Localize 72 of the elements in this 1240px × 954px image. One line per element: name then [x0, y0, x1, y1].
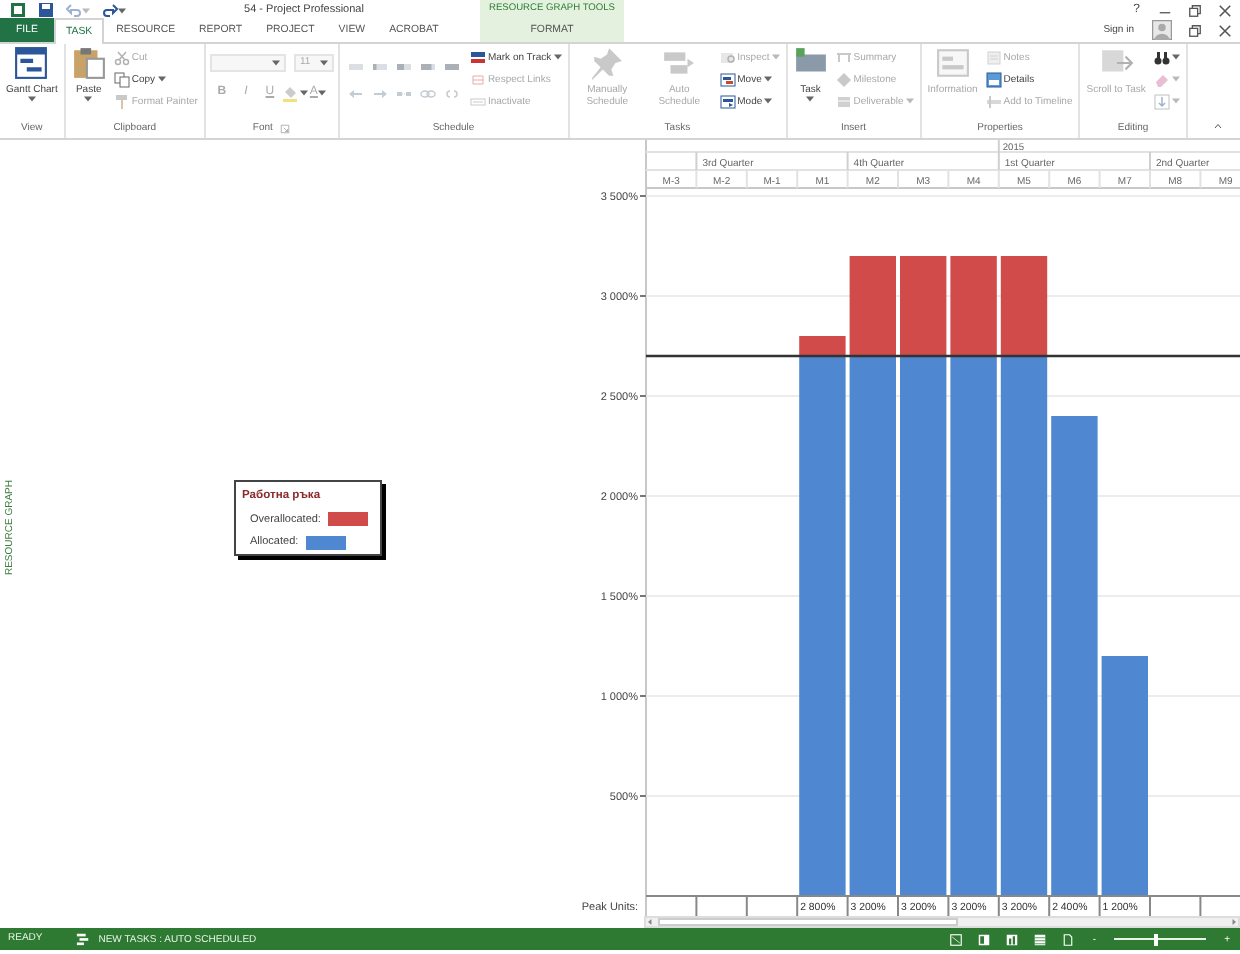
scissors-icon — [113, 49, 130, 65]
caret-icon — [82, 7, 90, 13]
diamond-icon — [835, 71, 852, 87]
gantt-view-icon[interactable] — [950, 933, 963, 945]
timeline-icon — [985, 93, 1002, 109]
sheet-view-icon[interactable] — [1034, 933, 1047, 945]
progress-icon — [369, 59, 390, 75]
summary-bar-icon — [835, 49, 852, 65]
right-arrow-icon — [369, 85, 390, 101]
caret-icon — [905, 98, 914, 104]
ribbon-button[interactable] — [1151, 46, 1182, 68]
brush-icon — [113, 93, 130, 109]
progress-icon — [417, 59, 438, 75]
caret-icon — [1171, 76, 1180, 82]
details-icon — [985, 71, 1002, 87]
left-arrow-icon — [345, 85, 366, 101]
horizontal-scrollbar[interactable] — [644, 916, 1240, 928]
copy-icon — [113, 71, 130, 87]
bar-outline-icon — [469, 93, 486, 109]
graph-view-icon[interactable] — [1006, 933, 1019, 945]
clipboard-icon — [71, 46, 106, 80]
app-icon — [10, 2, 26, 18]
caret-icon — [553, 54, 562, 60]
fill-down-icon — [1153, 93, 1170, 109]
close-icon[interactable] — [1218, 3, 1232, 17]
caret-icon — [27, 96, 36, 102]
link-icon — [417, 85, 438, 101]
restore-icon[interactable] — [1188, 3, 1202, 17]
caret-icon — [1171, 98, 1180, 104]
paint-bucket-icon — [279, 85, 300, 101]
slider-thumb[interactable] — [1153, 933, 1158, 945]
caret-icon — [771, 54, 780, 60]
info-card-icon — [935, 46, 970, 80]
chart-window-icon — [14, 46, 49, 80]
caret-icon — [763, 76, 772, 82]
caret-icon — [1171, 54, 1180, 60]
quick-access-button[interactable] — [36, 2, 56, 18]
caret-icon — [319, 60, 328, 66]
inspect-icon — [719, 49, 736, 65]
scroll-thumb[interactable] — [658, 918, 958, 926]
progress-icon — [345, 59, 366, 75]
caret-icon — [157, 76, 166, 82]
caret-icon — [806, 96, 815, 102]
caret-icon — [271, 60, 280, 66]
restore-icon[interactable] — [1188, 23, 1202, 37]
redo-icon — [102, 2, 118, 18]
usage-view-icon[interactable] — [978, 933, 991, 945]
dialog-launcher-icon[interactable] — [280, 124, 291, 134]
quick-access-button[interactable] — [8, 2, 28, 18]
quick-access-button[interactable] — [100, 2, 128, 18]
caret-icon — [764, 98, 773, 104]
pin-icon — [590, 46, 625, 80]
mode-icon — [719, 93, 736, 109]
track-bars-icon — [469, 49, 486, 65]
progress-icon — [441, 59, 462, 75]
caret-icon — [84, 96, 93, 102]
save-icon — [38, 2, 54, 18]
caret-icon — [118, 7, 126, 13]
eraser-icon — [1153, 71, 1170, 87]
move-bars-icon — [719, 71, 736, 87]
progress-icon — [393, 59, 414, 75]
deliverable-icon — [835, 93, 852, 109]
binoculars-icon — [1153, 49, 1170, 65]
arrow-bars-icon — [662, 46, 697, 80]
unlink-icon — [441, 85, 462, 101]
collapse-icon[interactable] — [1212, 122, 1224, 130]
page-view-icon[interactable] — [1062, 933, 1075, 945]
close-icon[interactable] — [1218, 23, 1232, 37]
link-bars-icon — [469, 71, 486, 87]
undo-icon — [66, 2, 82, 18]
task-list-icon — [76, 932, 91, 946]
note-icon — [985, 49, 1002, 65]
